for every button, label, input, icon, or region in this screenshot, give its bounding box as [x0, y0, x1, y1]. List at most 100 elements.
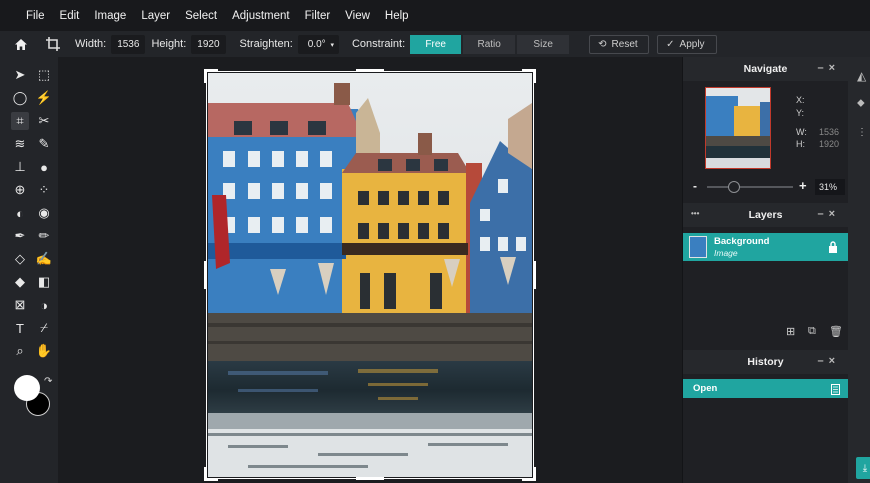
nav-h-value: 1920 [819, 139, 840, 149]
sponge-icon[interactable]: ◉ [35, 204, 53, 222]
nav-h-label: H: [796, 139, 805, 149]
crop-handle-bottom-left[interactable] [204, 467, 218, 481]
marquee-icon[interactable]: ⬚ [35, 66, 53, 84]
right-panels: Navigate –× X: Y: W: 1536 H: 1920 - + 31… [682, 57, 848, 483]
healing-icon[interactable]: ✎ [35, 135, 53, 153]
zoom-slider-handle[interactable] [728, 181, 740, 193]
nav-x-label: X: [796, 95, 805, 105]
width-label: Width: [75, 38, 107, 50]
crop-handle-right[interactable] [533, 261, 536, 289]
tool-palette: ↷ ➤ ⬚ ◯ ⚡ ⌗ ✂ ≋ ✎ ⊥ ● ⊕ ⁘ ◐ ◉ ✒ ✏ ◇ ✍ ◆ ◧ ⊠ ◑ T ⌿ ⌕ ✋ [0, 57, 58, 483]
stamp-icon[interactable]: ⊥ [11, 158, 29, 176]
width-input[interactable]: 1536 [111, 34, 146, 54]
magic-wand-icon[interactable]: ⚡ [35, 89, 53, 107]
frame-icon[interactable]: ⊠ [11, 296, 29, 314]
straighten-value: 0.0° [307, 38, 326, 50]
collapsed-panel-strip: ◭ ⬥ ⋮ ⤓ [848, 57, 870, 483]
reset-label: Reset [611, 38, 638, 50]
menu-filter[interactable]: Filter [305, 10, 331, 22]
export-icon[interactable]: ⤓ [856, 457, 870, 479]
shape-icon[interactable]: ◑ [35, 296, 53, 314]
canvas-image[interactable] [208, 73, 532, 477]
options-bar: Width: 1536 Height: 1920 Straighten: 0.0… [0, 31, 870, 57]
crop-handle-bottom[interactable] [356, 477, 384, 480]
height-input[interactable]: 1920 [191, 34, 226, 54]
text-icon[interactable]: T [11, 319, 29, 337]
fill-icon[interactable]: ◆ [11, 273, 29, 291]
layers-stack-icon[interactable]: ⬥ [857, 97, 865, 110]
crop-handle-bottom-right[interactable] [522, 467, 536, 481]
zoom-out-button[interactable]: - [693, 179, 697, 193]
constraint-segmented: Free Ratio Size [410, 34, 571, 54]
menu-image[interactable]: Image [94, 10, 126, 22]
lasso-icon[interactable]: ◯ [11, 89, 29, 107]
constraint-size[interactable]: Size [517, 34, 570, 54]
panel-controls[interactable]: –× [817, 62, 840, 74]
menu-view[interactable]: View [345, 10, 370, 22]
swap-colors-icon[interactable]: ↷ [44, 376, 52, 387]
menu-file[interactable]: File [26, 10, 45, 22]
constraint-ratio[interactable]: Ratio [463, 34, 516, 54]
pen-icon[interactable]: ✒ [11, 227, 29, 245]
globe-icon[interactable]: ⊕ [11, 181, 29, 199]
navigate-thumbnail[interactable] [705, 87, 771, 169]
cut-icon[interactable]: ✂ [35, 112, 53, 130]
panel-controls[interactable]: –× [817, 208, 840, 220]
eraser-icon[interactable]: ◇ [11, 250, 29, 268]
lock-icon[interactable] [828, 240, 838, 258]
history-item[interactable]: Open [683, 379, 848, 398]
zoom-percent-input[interactable]: 31% [815, 179, 845, 195]
crop-handle-top-right[interactable] [522, 69, 536, 83]
menu-help[interactable]: Help [385, 10, 409, 22]
panel-controls[interactable]: –× [817, 355, 840, 367]
zoom-slider-track[interactable] [707, 186, 793, 188]
document-icon [831, 382, 840, 400]
check-icon: ✓ [666, 38, 675, 50]
constraint-label: Constraint: [351, 38, 406, 50]
duplicate-layer-icon[interactable]: ⧉ [808, 325, 816, 338]
crop-handle-left[interactable] [204, 261, 207, 289]
apply-button[interactable]: ✓ Apply [657, 34, 718, 54]
layers-menu-icon[interactable]: ••• [691, 209, 699, 218]
menu-layer[interactable]: Layer [141, 10, 170, 22]
zoom-icon[interactable]: ⌕ [11, 342, 29, 360]
nav-w-label: W: [796, 127, 807, 137]
layer-thumbnail [689, 236, 707, 258]
canvas-area[interactable] [58, 57, 682, 483]
drop-icon[interactable]: ● [35, 158, 53, 176]
move-icon[interactable]: ➤ [11, 66, 29, 84]
straighten-label: Straighten: [239, 38, 293, 50]
dodge-icon[interactable]: ◐ [11, 204, 29, 222]
add-layer-icon[interactable]: ⊞ [786, 325, 795, 338]
reset-button[interactable]: ⟲ Reset [589, 34, 650, 54]
home-icon[interactable] [14, 38, 30, 51]
sliders-icon[interactable]: ⋮ [857, 127, 867, 138]
navigate-header: Navigate –× [683, 57, 848, 81]
crop-handle-top[interactable] [356, 69, 384, 72]
gradient-icon[interactable]: ◧ [35, 273, 53, 291]
brush-icon[interactable]: ✏ [35, 227, 53, 245]
navigate-title: Navigate [743, 63, 788, 75]
liquify-icon[interactable]: ≋ [11, 135, 29, 153]
foreground-color-swatch[interactable] [14, 375, 40, 401]
straighten-select[interactable]: 0.0° ▾ [297, 34, 339, 54]
zoom-in-button[interactable]: + [799, 178, 807, 193]
menu-adjustment[interactable]: Adjustment [232, 10, 290, 22]
menu-edit[interactable]: Edit [60, 10, 80, 22]
constraint-free[interactable]: Free [410, 34, 462, 54]
smudge-icon[interactable]: ✍ [35, 250, 53, 268]
history-header: History –× [683, 350, 848, 374]
delete-layer-icon[interactable]: 🗑 [829, 325, 843, 338]
menu-select[interactable]: Select [185, 10, 217, 22]
crop-icon[interactable]: ⌗ [11, 112, 29, 130]
history-item-label: Open [693, 383, 718, 394]
hand-icon[interactable]: ✋ [35, 342, 53, 360]
crop-handle-top-left[interactable] [204, 69, 218, 83]
height-label: Height: [151, 38, 187, 50]
triangle-icon[interactable]: ◭ [857, 69, 866, 83]
layer-type: Image [714, 248, 738, 258]
layer-row[interactable]: Background Image [683, 233, 848, 261]
eyedropper-icon[interactable]: ⌿ [35, 319, 53, 337]
zoom-row: - + 31% [683, 177, 848, 199]
dots-icon[interactable]: ⁘ [35, 181, 53, 199]
